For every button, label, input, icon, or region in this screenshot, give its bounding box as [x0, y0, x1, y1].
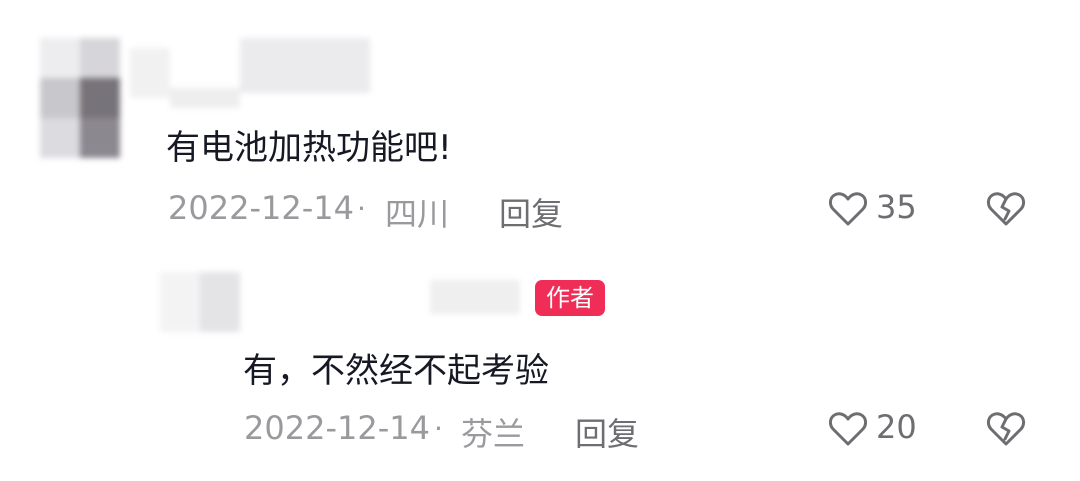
meta-separator: · — [357, 192, 366, 225]
broken-heart-icon[interactable] — [986, 190, 1026, 228]
comment-location: 四川 — [385, 195, 450, 233]
heart-icon — [828, 410, 868, 448]
reply-button[interactable]: 回复 — [499, 189, 563, 235]
author-badge: 作者 — [535, 280, 605, 316]
like-count: 35 — [876, 188, 917, 226]
reply-date: 2022-12-14 — [244, 409, 430, 447]
heart-icon — [828, 190, 868, 228]
comment-date: 2022-12-14 — [168, 189, 354, 227]
reply-avatar[interactable] — [160, 272, 240, 332]
avatar[interactable] — [40, 38, 120, 158]
like-count: 20 — [876, 408, 917, 446]
meta-separator: · — [434, 412, 443, 445]
reply-username[interactable] — [430, 280, 520, 314]
username[interactable] — [130, 38, 370, 108]
like-button[interactable]: 20 — [828, 408, 928, 452]
like-button[interactable]: 35 — [828, 188, 928, 232]
comment-text: 有电池加热功能吧! — [166, 128, 452, 168]
reply-location: 芬兰 — [461, 415, 526, 453]
broken-heart-icon[interactable] — [986, 410, 1026, 448]
reply-button[interactable]: 回复 — [575, 409, 639, 455]
reply-text: 有，不然经不起考验 — [243, 351, 549, 391]
